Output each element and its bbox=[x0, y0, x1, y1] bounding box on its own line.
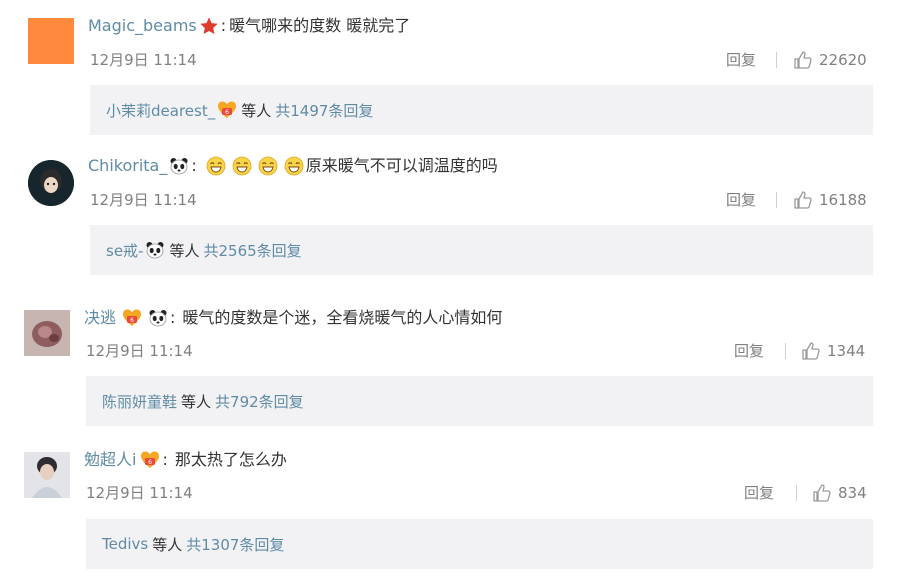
reply-button[interactable]: 回复 bbox=[726, 190, 756, 210]
grin-emoji-icon bbox=[258, 156, 278, 176]
reply-etc-text: 等人 bbox=[152, 535, 183, 554]
vip-heart-icon bbox=[140, 450, 160, 470]
reply-total-link[interactable]: 共792条回复 bbox=[215, 391, 304, 412]
divider bbox=[785, 343, 786, 359]
thumbs-up-icon bbox=[793, 50, 813, 70]
like-button[interactable]: 834 bbox=[812, 483, 867, 503]
reply-total-link[interactable]: 共1307条回复 bbox=[186, 534, 284, 555]
username-link[interactable]: Chikorita_ bbox=[88, 156, 167, 176]
username-link[interactable]: 勉超人i bbox=[84, 450, 136, 470]
divider bbox=[776, 192, 777, 208]
reply-user-link[interactable]: Tedivs bbox=[102, 535, 148, 553]
reply-etc-text: 等人 bbox=[181, 392, 212, 411]
comment-text: 暖气哪来的度数 暖就完了 bbox=[229, 16, 411, 35]
comment-header: 勉超人i : 那太热了怎么办 bbox=[84, 450, 287, 470]
panda-icon bbox=[148, 308, 168, 328]
avatar-image bbox=[24, 452, 70, 498]
comment-header: Chikorita_ : 原来暖气不可以调温度的吗 bbox=[88, 156, 498, 176]
avatar[interactable] bbox=[24, 452, 70, 498]
vip-heart-icon bbox=[122, 308, 142, 328]
thumbs-up-icon bbox=[793, 190, 813, 210]
reply-total-link[interactable]: 共1497条回复 bbox=[275, 100, 373, 121]
comment-header: Magic_beams : 暖气哪来的度数 暖就完了 bbox=[88, 16, 410, 36]
colon: : bbox=[162, 450, 168, 469]
reply-user-link[interactable]: 陈丽妍童鞋 bbox=[102, 391, 177, 412]
thumbs-up-icon bbox=[801, 341, 821, 361]
reply-user-link[interactable]: se戒- bbox=[106, 240, 143, 261]
comment-item: 决逃 : 暖气的度数是个迷，全看烧暖气的人心情如何 12月9日 11:14 回复… bbox=[0, 290, 900, 432]
divider bbox=[776, 52, 777, 68]
comment-item: Magic_beams : 暖气哪来的度数 暖就完了 12月9日 11:14 回… bbox=[0, 0, 900, 140]
comment-item: Chikorita_ : 原来暖气不可以调温度的吗 12月9日 11:14 回复… bbox=[0, 140, 900, 288]
comment-text: 暖气的度数是个迷，全看烧暖气的人心情如何 bbox=[182, 308, 503, 327]
reply-etc-text: 等人 bbox=[241, 101, 272, 120]
like-count: 16188 bbox=[819, 191, 867, 209]
reply-button[interactable]: 回复 bbox=[744, 483, 774, 503]
red-star-icon bbox=[199, 16, 219, 36]
reply-total-link[interactable]: 共2565条回复 bbox=[203, 240, 301, 261]
reply-user-link[interactable]: 小茉莉dearest_ bbox=[106, 100, 215, 121]
comment-date: 12月9日 11:14 bbox=[90, 51, 197, 69]
like-count: 1344 bbox=[827, 342, 866, 360]
like-button[interactable]: 1344 bbox=[801, 341, 865, 361]
reply-etc-text: 等人 bbox=[169, 241, 200, 260]
reply-button[interactable]: 回复 bbox=[726, 50, 756, 70]
colon: : bbox=[170, 308, 176, 327]
colon: : bbox=[191, 156, 197, 175]
vip-heart-icon bbox=[217, 100, 237, 120]
avatar-image bbox=[28, 160, 74, 206]
reply-summary-box[interactable]: 小茉莉dearest_ 等人 共1497条回复 bbox=[90, 85, 873, 135]
reply-button[interactable]: 回复 bbox=[734, 341, 764, 361]
like-button[interactable]: 22620 bbox=[793, 50, 867, 70]
reply-summary-box[interactable]: 陈丽妍童鞋 等人 共792条回复 bbox=[86, 376, 873, 426]
thumbs-up-icon bbox=[812, 483, 832, 503]
panda-icon bbox=[169, 156, 189, 176]
like-count: 22620 bbox=[819, 51, 867, 69]
comment-header: 决逃 : 暖气的度数是个迷，全看烧暖气的人心情如何 bbox=[84, 308, 502, 328]
avatar[interactable] bbox=[28, 160, 74, 206]
comment-date: 12月9日 11:14 bbox=[90, 191, 197, 209]
comment-date: 12月9日 11:14 bbox=[86, 342, 193, 360]
username-link[interactable]: Magic_beams bbox=[88, 16, 197, 36]
divider bbox=[796, 485, 797, 501]
grin-emoji-icon bbox=[284, 156, 304, 176]
grin-emoji-icon bbox=[232, 156, 252, 176]
username-link[interactable]: 决逃 bbox=[84, 308, 116, 328]
reply-summary-box[interactable]: Tedivs 等人 共1307条回复 bbox=[86, 519, 873, 569]
colon: : bbox=[220, 16, 227, 35]
comment-text: 那太热了怎么办 bbox=[174, 450, 287, 469]
reply-summary-box[interactable]: se戒- 等人 共2565条回复 bbox=[90, 225, 873, 275]
grin-emoji-icon bbox=[206, 156, 226, 176]
like-count: 834 bbox=[838, 484, 867, 502]
like-button[interactable]: 16188 bbox=[793, 190, 867, 210]
panda-icon bbox=[145, 240, 165, 260]
comment-text: 原来暖气不可以调温度的吗 bbox=[305, 156, 498, 175]
avatar-image bbox=[24, 310, 70, 356]
comment-item: 勉超人i : 那太热了怎么办 12月9日 11:14 回复 834 Tedivs… bbox=[0, 432, 900, 572]
avatar[interactable] bbox=[28, 18, 74, 64]
avatar[interactable] bbox=[24, 310, 70, 356]
comment-date: 12月9日 11:14 bbox=[86, 484, 193, 502]
